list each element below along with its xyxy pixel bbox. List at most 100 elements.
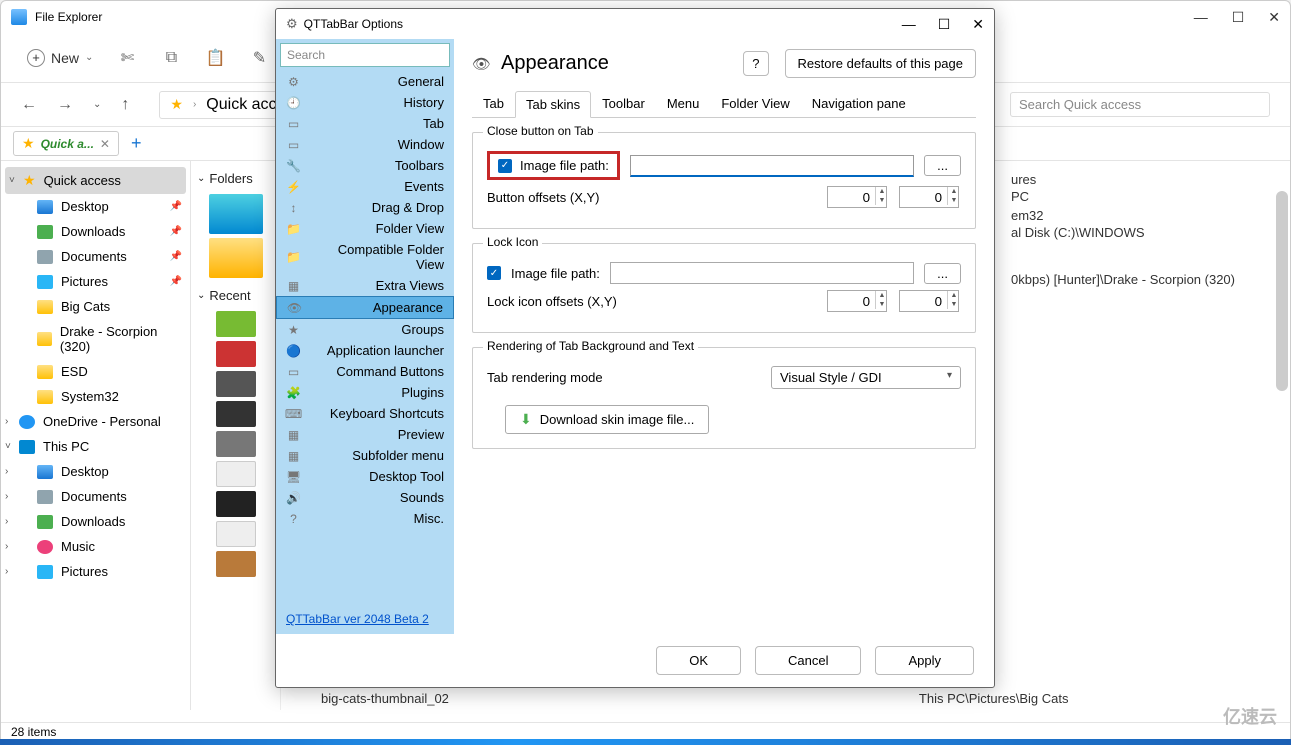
category-icon: ▦ [286,427,301,442]
close-icon[interactable]: ✕ [972,16,984,33]
category-item[interactable]: ▭Window [276,134,454,155]
tree-item[interactable]: Drake - Scorpion (320) [1,319,190,359]
tree-item[interactable]: Downloads📌 [1,219,190,244]
tree-item[interactable]: ›Music [1,534,190,559]
category-item[interactable]: ▦Subfolder menu [276,445,454,466]
new-button[interactable]: + New ⌄ [27,49,93,67]
rename-icon[interactable]: ✎ [249,48,269,68]
close-icon[interactable]: ✕ [1268,9,1280,26]
file-thumb[interactable] [216,311,256,337]
spinner-icon[interactable]: ▲▼ [875,291,888,309]
tree-item[interactable]: ›Pictures [1,559,190,584]
tree-item[interactable]: Big Cats [1,294,190,319]
copy-icon[interactable]: ⧉ [161,48,181,68]
spinner-icon[interactable]: ▲▼ [875,187,888,205]
chevron-down-icon[interactable]: ⌄ [93,99,101,110]
back-icon[interactable]: ← [21,96,37,114]
category-item[interactable]: ▦Extra Views [276,275,454,296]
file-thumb[interactable] [216,461,256,487]
tree-item[interactable]: System32 [1,384,190,409]
file-thumb[interactable] [216,401,256,427]
tree-item[interactable]: Documents📌 [1,244,190,269]
category-item[interactable]: ▭Command Buttons [276,361,454,382]
tree-item[interactable]: ›Desktop [1,459,190,484]
category-item[interactable]: 🧩Plugins [276,382,454,403]
tab-quick-access[interactable]: ★ Quick a... ✕ [13,131,119,156]
paste-icon[interactable]: 📋 [205,48,225,68]
minimize-icon[interactable]: — [902,16,916,33]
forward-icon[interactable]: → [57,96,73,114]
tree-item[interactable]: ˅This PC [1,434,190,459]
category-item[interactable]: 🖥Desktop Tool [276,466,454,487]
browse-button[interactable]: ... [924,263,961,284]
folders-header[interactable]: ⌄Folders [191,167,280,190]
file-thumb[interactable] [216,431,256,457]
tree-item[interactable]: ˅★Quick access [5,167,186,194]
sub-tab[interactable]: Tab [472,90,515,117]
download-skin-button[interactable]: ⬇ Download skin image file... [505,405,709,434]
cancel-button[interactable]: Cancel [755,646,861,675]
spinner-icon[interactable]: ▲▼ [947,187,960,205]
restore-defaults-button[interactable]: Restore defaults of this page [785,49,977,78]
sub-tab[interactable]: Tab skins [515,91,591,118]
category-item[interactable]: 🔵Application launcher [276,340,454,361]
tree-item[interactable]: Pictures📌 [1,269,190,294]
rendering-mode-select[interactable]: Visual Style / GDI ▾ [771,366,961,389]
tree-item[interactable]: ›OneDrive - Personal [1,409,190,434]
spinner-icon[interactable]: ▲▼ [947,291,960,309]
category-item[interactable]: 📁Folder View [276,218,454,239]
category-item[interactable]: 🕘History [276,92,454,113]
apply-button[interactable]: Apply [875,646,974,675]
category-item[interactable]: ★Groups [276,319,454,340]
cut-icon[interactable]: ✄ [117,48,137,68]
file-thumb[interactable] [216,341,256,367]
sub-tab[interactable]: Folder View [710,90,800,117]
category-item[interactable]: ▭Tab [276,113,454,134]
close-tab-icon[interactable]: ✕ [100,137,110,151]
ok-button[interactable]: OK [656,646,741,675]
tree-item[interactable]: ›Documents [1,484,190,509]
file-thumb[interactable] [216,491,256,517]
minimize-icon[interactable]: — [1194,9,1208,26]
version-link[interactable]: QTTabBar ver 2048 Beta 2 [276,604,454,634]
tree-item[interactable]: ESD [1,359,190,384]
category-search-input[interactable]: Search [280,43,450,67]
blue-icon [37,465,53,479]
file-thumb[interactable] [216,551,256,577]
scrollbar[interactable] [1276,191,1288,391]
category-item[interactable]: 🔧Toolbars [276,155,454,176]
lock-image-path-checkbox[interactable]: ✓ [487,266,501,280]
caret-icon: › [5,516,8,527]
tree-item[interactable]: ›Downloads [1,509,190,534]
tree-item[interactable]: Desktop📌 [1,194,190,219]
lock-image-path-input[interactable] [610,262,914,284]
category-item[interactable]: 🔊Sounds [276,487,454,508]
category-item[interactable]: 📁Compatible Folder View [276,239,454,275]
category-item[interactable]: ▦Preview [276,424,454,445]
file-name[interactable]: big-cats-thumbnail_02 [321,691,449,706]
sub-tab[interactable]: Toolbar [591,90,656,117]
folder-thumb[interactable] [209,238,263,278]
category-item[interactable]: ⌨Keyboard Shortcuts [276,403,454,424]
category-item[interactable]: ?Misc. [276,508,454,529]
maximize-icon[interactable]: ☐ [938,16,951,33]
category-item[interactable]: ⚡Events [276,176,454,197]
recent-header[interactable]: ⌄Recent [191,284,280,307]
category-item[interactable]: ⚙General [276,71,454,92]
image-path-checkbox[interactable]: ✓ [498,159,512,173]
category-label: Misc. [309,511,444,526]
category-item[interactable]: 👁Appearance [276,296,454,319]
category-item[interactable]: ↕Drag & Drop [276,197,454,218]
browse-button[interactable]: ... [924,155,961,176]
up-icon[interactable]: ↑ [121,96,129,114]
new-tab-button[interactable]: + [125,133,148,154]
file-thumb[interactable] [216,371,256,397]
search-input[interactable]: Search Quick access [1010,92,1270,117]
image-path-input[interactable] [630,155,914,177]
file-thumb[interactable] [216,521,256,547]
folder-thumb[interactable] [209,194,263,234]
sub-tab[interactable]: Menu [656,90,711,117]
sub-tab[interactable]: Navigation pane [801,90,917,117]
help-button[interactable]: ? [743,51,768,76]
maximize-icon[interactable]: ☐ [1232,9,1245,26]
